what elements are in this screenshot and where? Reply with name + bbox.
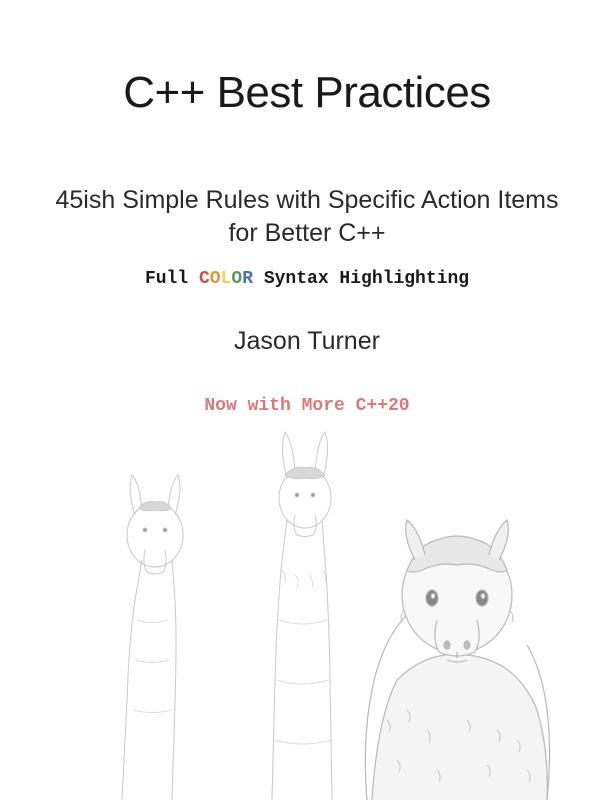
color-letter-l: L [221, 269, 232, 289]
color-letter-o2: O [231, 269, 242, 289]
color-letter-c: C [199, 269, 210, 289]
color-letter-r: R [242, 269, 253, 289]
book-subtitle: 45ish Simple Rules with Specific Action … [16, 184, 599, 249]
highlight-suffix: Syntax Highlighting [253, 269, 469, 289]
highlight-prefix: Full [145, 269, 199, 289]
llama-illustration [27, 420, 587, 800]
highlight-line: Full COLOR Syntax Highlighting [145, 269, 469, 289]
subtitle-line-2: for Better C++ [228, 219, 385, 247]
color-letter-o1: O [210, 269, 221, 289]
author-name: Jason Turner [234, 327, 380, 356]
book-title: C++ Best Practices [123, 68, 491, 118]
subtitle-line-1: 45ish Simple Rules with Specific Action … [56, 186, 559, 214]
tagline: Now with More C++20 [204, 396, 409, 416]
